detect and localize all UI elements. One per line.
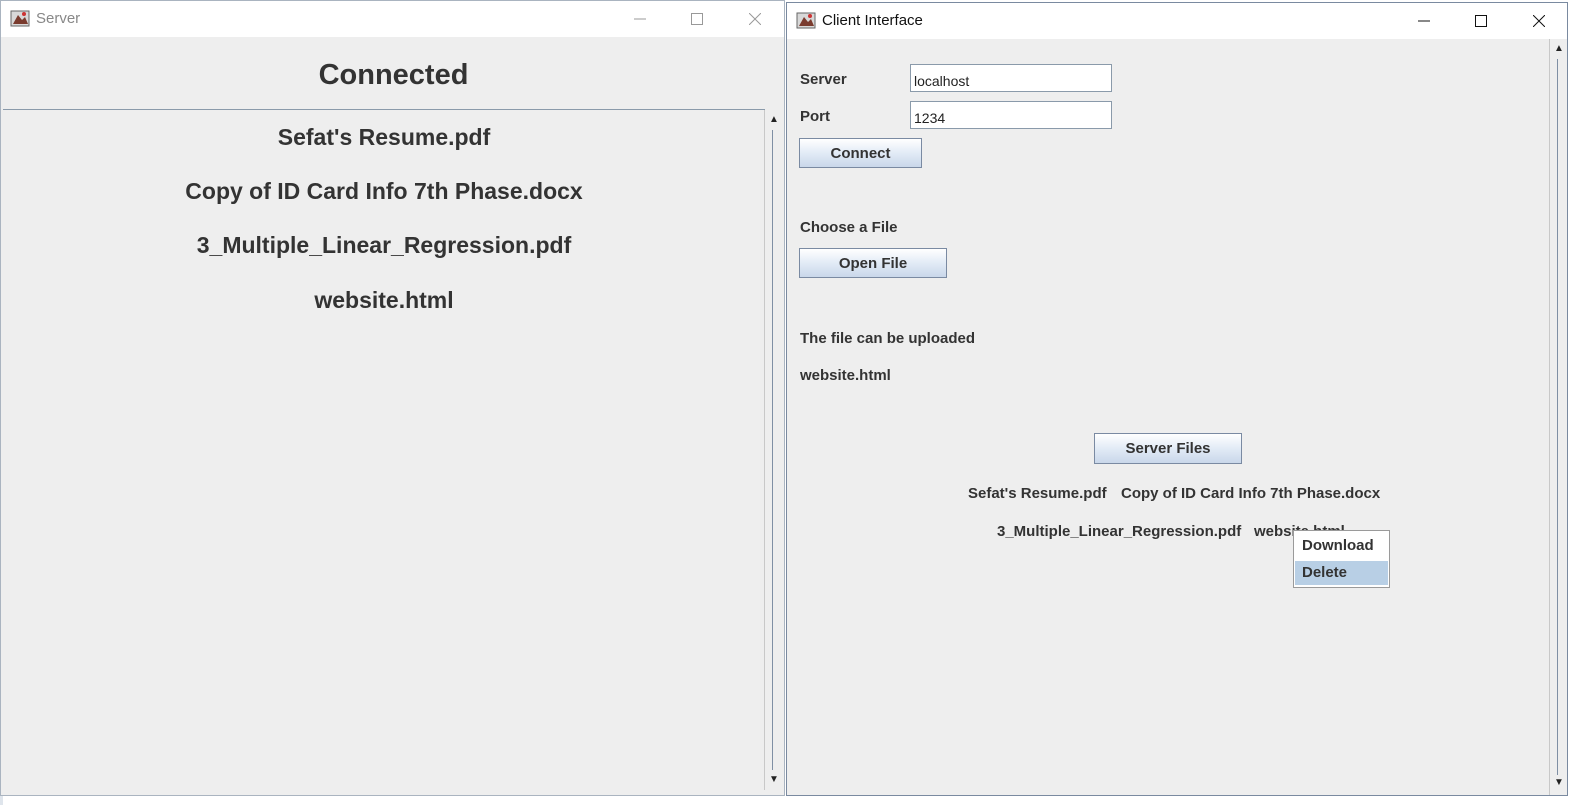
port-input[interactable] [910, 101, 1112, 129]
server-label: Server [800, 71, 847, 88]
server-host-input[interactable] [910, 64, 1112, 92]
list-item: website.html [314, 287, 454, 313]
server-file-item[interactable]: 3_Multiple_Linear_Regression.pdf [997, 523, 1241, 540]
close-icon [1533, 15, 1545, 27]
minimize-icon [1418, 20, 1430, 22]
maximize-button[interactable] [1458, 3, 1504, 39]
upload-status-label: The file can be uploaded [800, 330, 976, 347]
delete-menu-item[interactable]: Delete [1295, 561, 1388, 585]
scroll-up-icon[interactable]: ▲ [765, 112, 783, 128]
file-context-menu: Download Delete [1293, 530, 1390, 588]
scroll-up-icon[interactable]: ▲ [1550, 41, 1567, 57]
close-button[interactable] [732, 1, 778, 37]
maximize-icon [691, 13, 703, 25]
port-label: Port [800, 108, 830, 125]
server-file-list: Sefat's Resume.pdf Copy of ID Card Info … [3, 109, 765, 790]
server-scrollbar[interactable]: ▲ ▼ [764, 110, 783, 790]
server-title-bar[interactable]: Server [1, 1, 784, 37]
open-file-button[interactable]: Open File [799, 248, 947, 278]
list-item: 3_Multiple_Linear_Regression.pdf [196, 232, 572, 258]
client-window-title: Client Interface [822, 12, 923, 29]
connect-button[interactable]: Connect [799, 138, 922, 168]
java-app-icon [10, 10, 30, 27]
connection-status: Connected [318, 59, 469, 91]
scroll-down-icon[interactable]: ▼ [765, 772, 783, 788]
scroll-down-icon[interactable]: ▼ [1550, 775, 1567, 791]
client-scrollbar[interactable]: ▲ ▼ [1549, 39, 1567, 795]
list-item: Sefat's Resume.pdf [277, 124, 491, 150]
minimize-button[interactable] [1401, 3, 1447, 39]
client-window: Client Interface ▲ ▼ [786, 2, 1568, 796]
maximize-icon [1475, 15, 1487, 27]
server-files-button[interactable]: Server Files [1094, 433, 1242, 464]
server-window-title: Server [36, 10, 81, 27]
scroll-track[interactable] [772, 130, 773, 770]
server-file-item[interactable]: Copy of ID Card Info 7th Phase.docx [1121, 485, 1380, 502]
server-window: Server Connected Sefat's Resume.pdf Copy… [0, 0, 785, 796]
close-button[interactable] [1516, 3, 1562, 39]
server-file-item[interactable]: Sefat's Resume.pdf [968, 485, 1107, 502]
scroll-track[interactable] [1557, 59, 1558, 775]
java-app-icon [796, 12, 816, 29]
client-title-bar[interactable]: Client Interface [787, 3, 1567, 39]
download-menu-item[interactable]: Download [1295, 534, 1388, 558]
close-icon [749, 13, 761, 25]
minimize-icon [634, 18, 646, 20]
maximize-button[interactable] [674, 1, 720, 37]
selected-file-label: website.html [800, 367, 891, 384]
minimize-button[interactable] [617, 1, 663, 37]
choose-file-label: Choose a File [800, 219, 898, 236]
list-item: Copy of ID Card Info 7th Phase.docx [185, 178, 583, 204]
